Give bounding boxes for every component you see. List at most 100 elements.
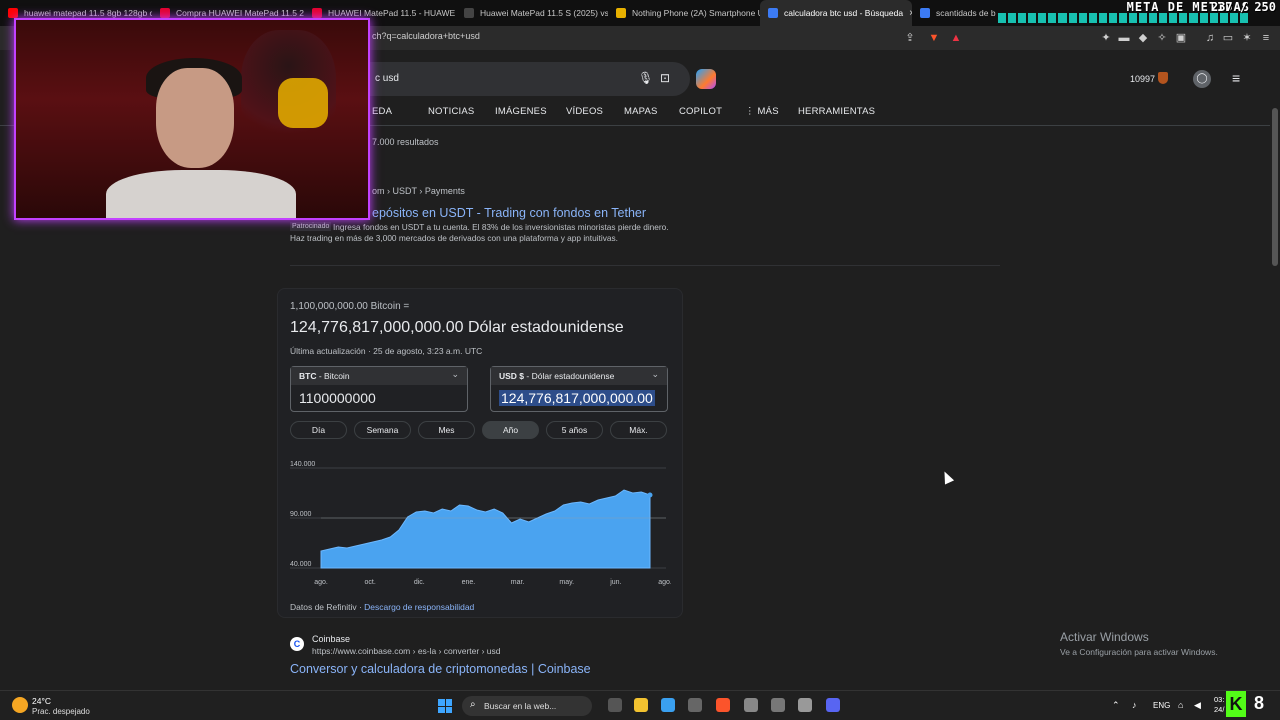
music-icon[interactable]: ♫ [1204, 32, 1216, 44]
progress-segment [998, 13, 1007, 23]
network-icon[interactable]: ⌂ [1178, 700, 1183, 710]
streamer-shirt [106, 170, 296, 218]
progress-segment [1098, 13, 1107, 23]
clock[interactable]: 03: 24/ [1214, 695, 1224, 715]
nav-tab[interactable]: VÍDEOS [566, 106, 603, 117]
coinbase-url[interactable]: https://www.coinbase.com › es-la › conve… [312, 646, 501, 656]
camera-icon[interactable] [771, 698, 785, 712]
taskbar-search-text: Buscar en la web... [484, 701, 557, 711]
disclaimer-link[interactable]: Descargo de responsabilidad [364, 602, 474, 612]
ad-title-link[interactable]: epósitos en USDT - Trading con fondos en… [372, 206, 646, 220]
from-amount-input[interactable]: 1100000000 [291, 385, 467, 411]
account-avatar[interactable]: ◯ [1193, 70, 1211, 88]
to-amount-input[interactable]: 124,776,817,000,000.00 [499, 390, 655, 406]
discord-icon[interactable] [826, 698, 840, 712]
to-currency-select[interactable]: USD $ - Dólar estadounidense ⌄ [491, 367, 667, 385]
share-icon[interactable]: ⇪ [904, 32, 916, 44]
price-chart: 140.000 90.000 40.000 ago. oct. dic. ene. mar. m… [290, 461, 671, 586]
search-query[interactable]: c usd [375, 73, 399, 84]
file-explorer-icon[interactable] [634, 698, 648, 712]
nav-tab[interactable]: MAPAS [624, 106, 658, 117]
from-currency-name: - Bitcoin [316, 371, 350, 381]
progress-segment [1068, 13, 1077, 23]
wallet-icon[interactable]: ▭ [1222, 32, 1234, 44]
period-button[interactable]: Día [290, 421, 347, 439]
nav-tab[interactable]: COPILOT [679, 106, 722, 117]
chevron-down-icon[interactable]: ⌄ [451, 369, 459, 380]
lens-icon[interactable]: ⊡ [660, 71, 670, 85]
task-view-icon[interactable] [608, 698, 622, 712]
anime-character-outfit [278, 78, 328, 128]
tray-chevron-icon[interactable]: ⌃ [1112, 700, 1120, 711]
period-button[interactable]: Máx. [610, 421, 667, 439]
browser-tab[interactable]: Huawei MatePad 11.5 S (2025) vs Xia [456, 0, 608, 26]
page-scrollbar[interactable] [1270, 50, 1280, 682]
scrollbar-thumb[interactable] [1272, 108, 1278, 266]
y-tick-label: 90.000 [290, 511, 312, 518]
ad-breadcrumb[interactable]: om › USDT › Payments [372, 186, 465, 196]
nav-tab[interactable]: IMÁGENES [495, 106, 547, 117]
taskbar-search[interactable]: ⌕ Buscar en la web... [462, 696, 592, 716]
copilot-icon[interactable] [696, 69, 716, 89]
copilot-taskbar-icon[interactable] [661, 698, 675, 712]
streamer-face [156, 68, 234, 168]
period-button[interactable]: 5 años [546, 421, 603, 439]
extension-3-icon[interactable]: ◆ [1137, 32, 1149, 44]
coinbase-site-name[interactable]: Coinbase [312, 634, 350, 644]
weather-condition[interactable]: Prac. despejado [32, 707, 90, 716]
activate-windows-subtitle: Ve a Configuración para activar Windows. [1060, 647, 1218, 657]
from-currency-box[interactable]: BTC - Bitcoin ⌄ 1100000000 [290, 366, 468, 412]
rewards-points[interactable]: 10997 [1130, 74, 1155, 84]
brave-icon[interactable] [716, 698, 730, 712]
store-icon[interactable] [688, 698, 702, 712]
trophy-icon[interactable] [1158, 72, 1168, 84]
x-tick-label: oct. [364, 579, 375, 586]
browser-menu-icon[interactable]: ≡ [1260, 32, 1272, 44]
x-tick-label: ago. [658, 579, 671, 586]
nav-tab[interactable]: EDA [372, 106, 392, 117]
extension-icon[interactable]: ✦ [1100, 32, 1112, 44]
period-button[interactable]: Semana [354, 421, 411, 439]
obs-icon[interactable] [744, 698, 758, 712]
x-tick-label: jun. [609, 579, 621, 586]
volume-icon[interactable]: ◀ [1194, 700, 1201, 711]
browser-tab[interactable]: calculadora btc usd - Búsqueda× [760, 0, 912, 26]
from-currency-select[interactable]: BTC - Bitcoin ⌄ [291, 367, 467, 385]
nav-tab[interactable]: NOTICIAS [428, 106, 474, 117]
microphone-icon[interactable]: 🎙 [638, 71, 653, 85]
chevron-down-icon[interactable]: ⌄ [651, 369, 659, 380]
progress-segment [1229, 13, 1238, 23]
weather-temp[interactable]: 24°C [32, 696, 51, 706]
coinbase-title-link[interactable]: Conversor y calculadora de criptomonedas… [290, 662, 591, 676]
brave-rewards-icon[interactable]: ▲ [950, 32, 962, 44]
start-button[interactable] [438, 699, 452, 713]
browser-tab[interactable]: Nothing Phone (2A) Smartphone Uni [608, 0, 760, 26]
leo-icon[interactable]: ✶ [1241, 32, 1253, 44]
goal-count: 237 / 250 [1210, 0, 1276, 14]
current-point [647, 492, 653, 498]
progress-segment [1209, 13, 1218, 23]
tray-mic-icon[interactable]: ♪ [1132, 700, 1137, 710]
sidebar-icon[interactable]: ▣ [1175, 32, 1187, 44]
to-currency-code: USD $ [499, 371, 525, 381]
clock-time: 03: [1214, 695, 1225, 704]
activate-windows-title: Activar Windows [1060, 630, 1149, 644]
period-button[interactable]: Año [482, 421, 539, 439]
windows-taskbar: 24°C Prac. despejado ⌕ Buscar en la web.… [0, 690, 1280, 720]
extension-2-icon[interactable]: ▬ [1118, 32, 1130, 44]
chatgpt-icon[interactable] [798, 698, 812, 712]
weather-icon[interactable] [12, 697, 28, 713]
x-tick-label: ago. [314, 579, 328, 586]
x-tick-label: dic. [414, 579, 425, 586]
url-text[interactable]: ch?q=calculadora+btc+usd [372, 31, 480, 41]
puzzle-icon[interactable]: ✧ [1156, 32, 1168, 44]
language-indicator[interactable]: ENG [1153, 701, 1170, 710]
period-button[interactable]: Mes [418, 421, 475, 439]
hamburger-menu-icon[interactable]: ≡ [1232, 70, 1240, 86]
nav-tab[interactable]: ⋮ MÁS [745, 106, 779, 117]
brave-shield-icon[interactable]: ▼ [928, 32, 940, 44]
progress-segment [1028, 13, 1037, 23]
to-currency-box[interactable]: USD $ - Dólar estadounidense ⌄ 124,776,8… [490, 366, 668, 412]
progress-segment [1149, 13, 1158, 23]
nav-tab[interactable]: HERRAMIENTAS [798, 106, 875, 117]
